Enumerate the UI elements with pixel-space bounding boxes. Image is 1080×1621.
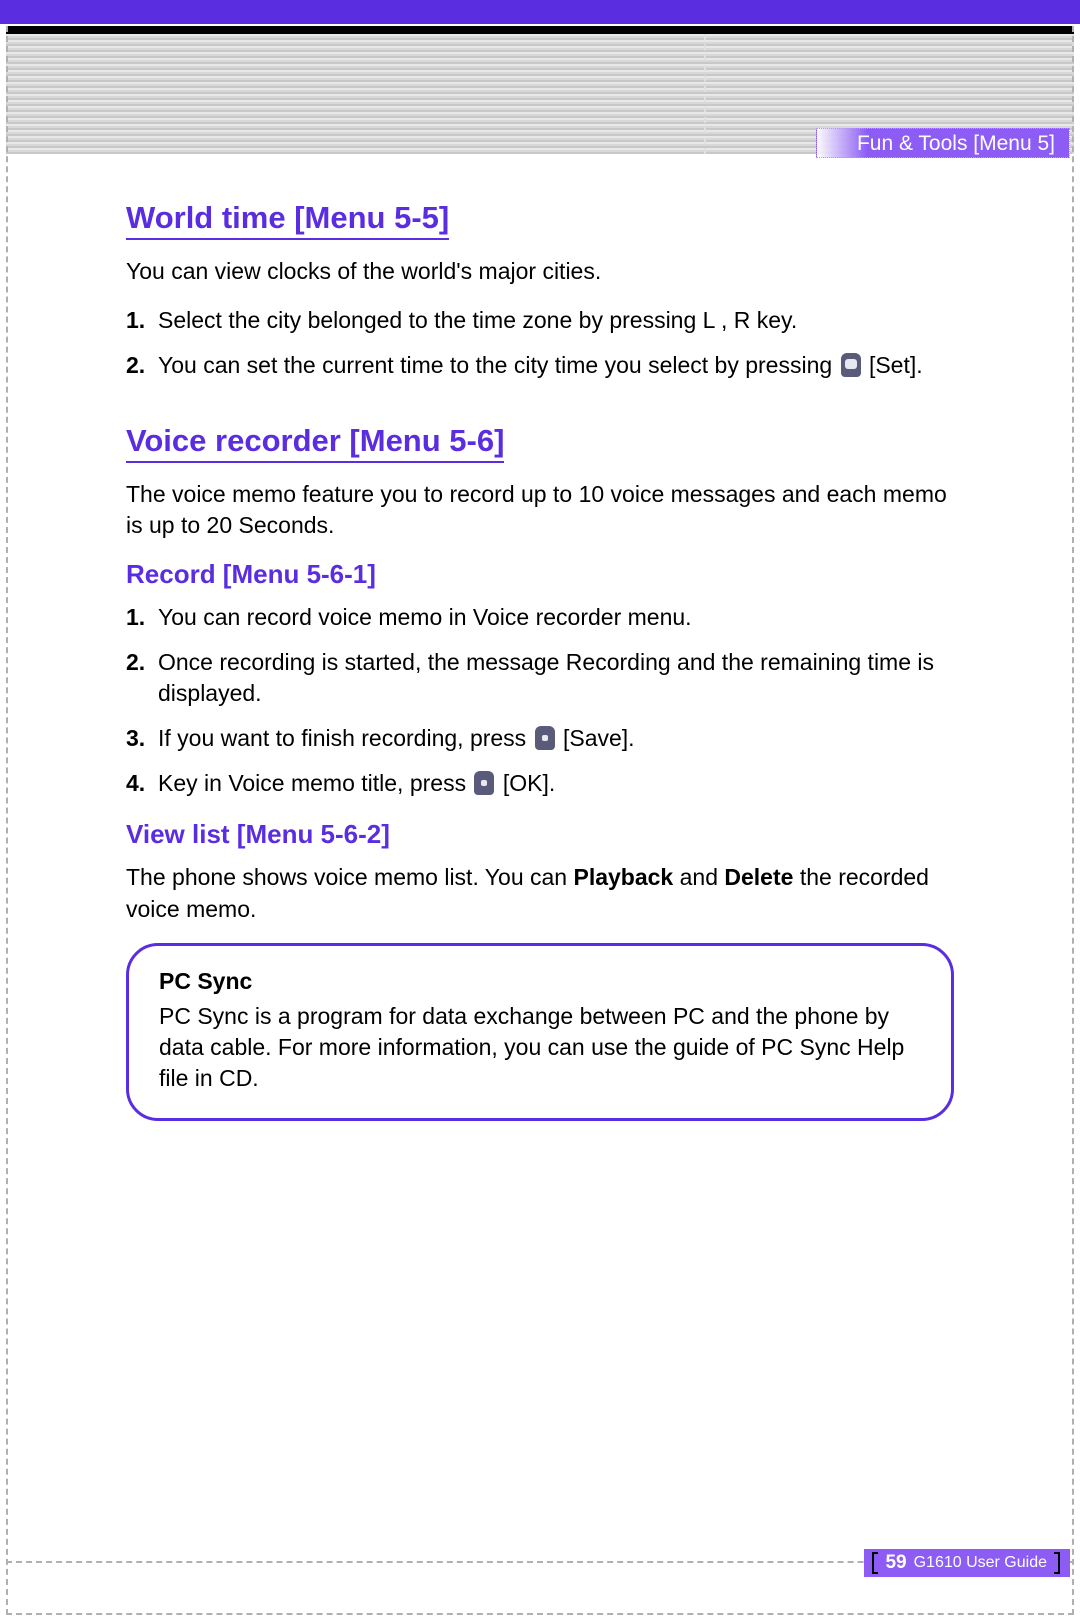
page-number: 59 <box>885 1549 906 1577</box>
top-purple-bar <box>0 0 1080 24</box>
step-text: If you want to finish recording, press <box>158 725 533 751</box>
note-title: PC Sync <box>159 968 921 995</box>
list-item: 3. If you want to finish recording, pres… <box>126 723 954 754</box>
voice-recorder-intro: The voice memo feature you to record up … <box>126 479 954 541</box>
footer-tab: 59 G1610 User Guide <box>864 1549 1070 1577</box>
heading-voice-recorder: Voice recorder [Menu 5-6] <box>126 423 504 463</box>
header-breadcrumb-tab: Fun & Tools [Menu 5] <box>816 128 1070 158</box>
step-text: Key in Voice memo title, press <box>158 770 472 796</box>
subheading-record: Record [Menu 5-6-1] <box>126 559 954 590</box>
step-number: 3. <box>126 723 145 754</box>
step-text: You can set the current time to the city… <box>158 352 839 378</box>
list-item: 1. You can record voice memo in Voice re… <box>126 602 954 633</box>
note-box-pc-sync: PC Sync PC Sync is a program for data ex… <box>126 943 954 1121</box>
world-time-intro: You can view clocks of the world's major… <box>126 256 954 287</box>
list-item: 2. Once recording is started, the messag… <box>126 647 954 709</box>
content-area: World time [Menu 5-5] You can view clock… <box>126 200 954 1121</box>
step-key-label: [Save]. <box>563 725 635 751</box>
world-time-steps: 1. Select the city belonged to the time … <box>126 305 954 381</box>
text-bold: Playback <box>573 864 673 890</box>
list-item: 1. Select the city belonged to the time … <box>126 305 954 336</box>
list-item: 4. Key in Voice memo title, press [OK]. <box>126 768 954 799</box>
text-bold: Delete <box>724 864 793 890</box>
text-part: The phone shows voice memo list. You can <box>126 864 573 890</box>
step-number: 1. <box>126 305 145 336</box>
step-number: 4. <box>126 768 145 799</box>
view-list-intro: The phone shows voice memo list. You can… <box>126 862 954 924</box>
text-part: and <box>673 864 724 890</box>
step-number: 2. <box>126 350 145 381</box>
list-item: 2. You can set the current time to the c… <box>126 350 954 381</box>
subheading-view-list: View list [Menu 5-6-2] <box>126 819 954 850</box>
softkey-icon <box>474 771 494 795</box>
step-text: Select the city belonged to the time zon… <box>158 307 797 333</box>
step-number: 2. <box>126 647 145 678</box>
step-key-label: [OK]. <box>503 770 555 796</box>
bracket-icon <box>1054 1552 1060 1574</box>
step-key-label: [Set]. <box>869 352 923 378</box>
record-steps: 1. You can record voice memo in Voice re… <box>126 602 954 799</box>
softkey-icon <box>841 353 861 377</box>
header-breadcrumb-text: Fun & Tools [Menu 5] <box>857 132 1055 155</box>
footer-guide-name: G1610 User Guide <box>914 1549 1047 1577</box>
step-text: Once recording is started, the message R… <box>158 649 934 706</box>
softkey-icon <box>535 726 555 750</box>
step-number: 1. <box>126 602 145 633</box>
bracket-icon <box>872 1552 878 1574</box>
note-body: PC Sync is a program for data exchange b… <box>159 1001 921 1094</box>
heading-world-time: World time [Menu 5-5] <box>126 200 449 240</box>
step-text: You can record voice memo in Voice recor… <box>158 604 692 630</box>
